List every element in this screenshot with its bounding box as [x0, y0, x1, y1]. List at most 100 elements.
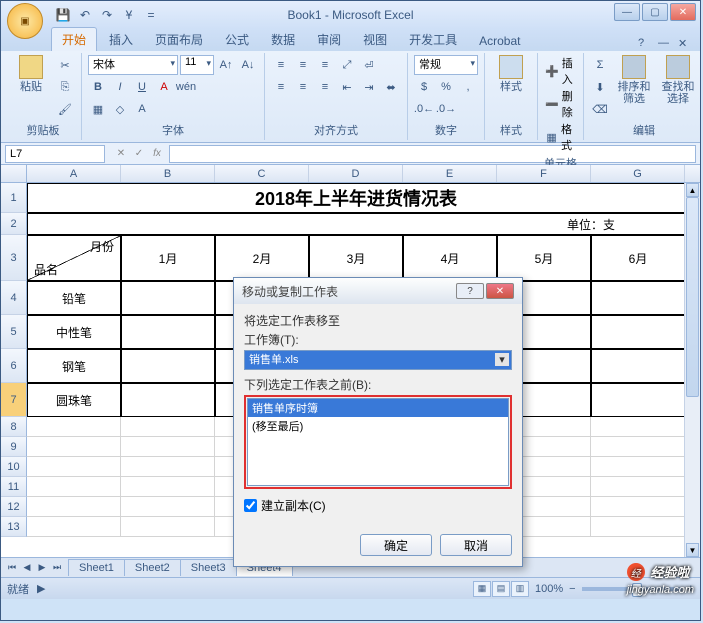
- cancel-button[interactable]: 取消: [440, 534, 512, 556]
- align-left-icon[interactable]: ≡: [271, 77, 291, 97]
- percent-icon[interactable]: %: [436, 77, 456, 97]
- cell[interactable]: [591, 517, 685, 537]
- equals-icon[interactable]: =: [143, 7, 159, 23]
- save-icon[interactable]: 💾: [55, 7, 71, 23]
- format-painter-icon[interactable]: 🖌: [55, 99, 75, 119]
- undo-icon[interactable]: ↶: [77, 7, 93, 23]
- wrap-icon[interactable]: ⏎: [359, 55, 379, 75]
- format-cells-icon[interactable]: ▦: [544, 127, 559, 147]
- cell[interactable]: [27, 517, 121, 537]
- cell[interactable]: [121, 497, 215, 517]
- delete-cells-icon[interactable]: ➖: [544, 94, 560, 114]
- cell[interactable]: [27, 457, 121, 477]
- sheet-tab[interactable]: Sheet2: [124, 559, 181, 576]
- indent-dec-icon[interactable]: ⇤: [337, 77, 357, 97]
- inc-decimal-icon[interactable]: .0←: [414, 99, 434, 119]
- italic-icon[interactable]: I: [110, 77, 130, 97]
- maximize-button[interactable]: ▢: [642, 3, 668, 21]
- indent-inc-icon[interactable]: ⇥: [359, 77, 379, 97]
- cell[interactable]: [121, 477, 215, 497]
- bold-icon[interactable]: B: [88, 77, 108, 97]
- macro-icon[interactable]: ▶: [37, 582, 45, 595]
- cell[interactable]: 单位：支: [497, 213, 685, 235]
- cell[interactable]: 中性笔: [27, 315, 121, 349]
- dialog-help-button[interactable]: ?: [456, 283, 484, 299]
- cell[interactable]: [27, 477, 121, 497]
- tab-review[interactable]: 审阅: [307, 28, 351, 51]
- row-header[interactable]: 2: [1, 213, 27, 235]
- scroll-thumb[interactable]: [686, 197, 699, 397]
- row-header[interactable]: 4: [1, 281, 27, 315]
- cut-icon[interactable]: ✂: [55, 55, 75, 75]
- sheet-first-icon[interactable]: ⏮: [5, 561, 19, 575]
- minimize-button[interactable]: —: [614, 3, 640, 21]
- name-box[interactable]: L7: [5, 145, 105, 163]
- cell[interactable]: [121, 437, 215, 457]
- cell[interactable]: 2018年上半年进货情况表: [27, 183, 685, 213]
- tab-insert[interactable]: 插入: [99, 28, 143, 51]
- office-button[interactable]: ▣: [7, 3, 43, 39]
- cell[interactable]: 4月: [403, 235, 497, 281]
- cell[interactable]: [591, 497, 685, 517]
- cell[interactable]: [121, 281, 215, 315]
- row-header[interactable]: 11: [1, 477, 27, 497]
- insert-cells-icon[interactable]: ➕: [544, 61, 560, 81]
- border-icon[interactable]: ▦: [88, 99, 108, 119]
- paste-button[interactable]: 粘贴: [11, 55, 51, 119]
- formula-bar[interactable]: [169, 145, 696, 163]
- dialog-titlebar[interactable]: 移动或复制工作表 ? ✕: [234, 278, 522, 304]
- find-select-button[interactable]: 查找和 选择: [658, 55, 698, 119]
- row-header[interactable]: 1: [1, 183, 27, 213]
- col-header[interactable]: A: [27, 165, 121, 182]
- row-header[interactable]: 12: [1, 497, 27, 517]
- minimize-ribbon-icon[interactable]: —: [658, 37, 672, 51]
- row-header[interactable]: 5: [1, 315, 27, 349]
- cell[interactable]: [591, 281, 685, 315]
- fill-color-icon[interactable]: ◇: [110, 99, 130, 119]
- cell[interactable]: [591, 477, 685, 497]
- cell[interactable]: 2月: [215, 235, 309, 281]
- phonetic-icon[interactable]: wén: [176, 77, 196, 97]
- fx-icon[interactable]: fx: [149, 146, 165, 162]
- dec-decimal-icon[interactable]: .0→: [436, 99, 456, 119]
- view-normal-icon[interactable]: ▦: [473, 581, 491, 597]
- col-header[interactable]: E: [403, 165, 497, 182]
- cell[interactable]: [591, 315, 685, 349]
- sheet-last-icon[interactable]: ⏭: [50, 561, 64, 575]
- cell[interactable]: 5月: [497, 235, 591, 281]
- clear-icon[interactable]: ⌫: [590, 99, 610, 119]
- col-header[interactable]: C: [215, 165, 309, 182]
- cell[interactable]: 3月: [309, 235, 403, 281]
- vertical-scrollbar[interactable]: ▲ ▼: [684, 183, 700, 557]
- list-item[interactable]: (移至最后): [248, 417, 508, 435]
- cell[interactable]: [591, 417, 685, 437]
- sheet-prev-icon[interactable]: ◀: [20, 561, 34, 575]
- orientation-icon[interactable]: ⤢: [337, 55, 357, 75]
- enter-fx-icon[interactable]: ✓: [131, 146, 147, 162]
- tab-view[interactable]: 视图: [353, 28, 397, 51]
- app-close-icon[interactable]: ✕: [678, 37, 692, 51]
- tab-home[interactable]: 开始: [51, 27, 97, 51]
- list-item[interactable]: 销售单序时簿: [248, 399, 508, 417]
- tab-dev[interactable]: 开发工具: [399, 28, 467, 51]
- zoom-level[interactable]: 100%: [535, 583, 563, 595]
- currency-icon[interactable]: $: [414, 77, 434, 97]
- cell[interactable]: 铅笔: [27, 281, 121, 315]
- create-copy-checkbox[interactable]: [244, 499, 257, 512]
- col-header[interactable]: F: [497, 165, 591, 182]
- cell[interactable]: 圆珠笔: [27, 383, 121, 417]
- tab-layout[interactable]: 页面布局: [145, 28, 213, 51]
- font-color2-icon[interactable]: A: [132, 99, 152, 119]
- cell[interactable]: 钢笔: [27, 349, 121, 383]
- cell[interactable]: [591, 437, 685, 457]
- sheet-tab[interactable]: Sheet1: [68, 559, 125, 576]
- help-icon[interactable]: ?: [638, 37, 652, 51]
- select-all-corner[interactable]: [1, 165, 27, 182]
- sheet-tab[interactable]: Sheet3: [180, 559, 237, 576]
- scroll-up-icon[interactable]: ▲: [686, 183, 699, 197]
- cell[interactable]: 月份品名: [27, 235, 121, 281]
- tab-formulas[interactable]: 公式: [215, 28, 259, 51]
- comma-icon[interactable]: ,: [458, 77, 478, 97]
- autosum-icon[interactable]: Σ: [590, 55, 610, 75]
- row-header[interactable]: 9: [1, 437, 27, 457]
